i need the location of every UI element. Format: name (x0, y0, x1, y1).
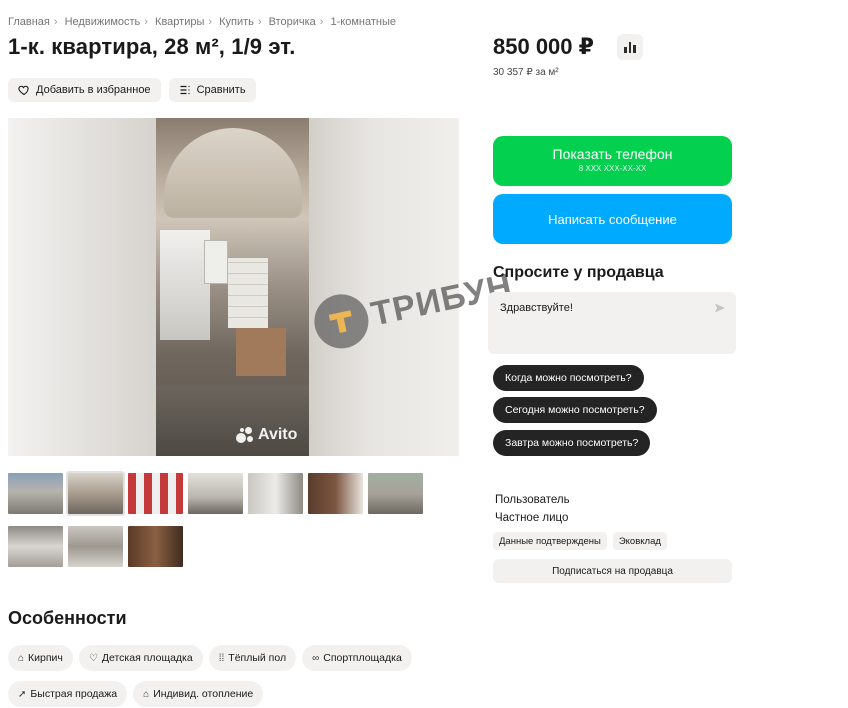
quick-question-label: Когда можно посмотреть? (505, 372, 632, 384)
house-icon: ⌂ (18, 652, 25, 664)
ask-seller-title: Спросите у продавца (493, 264, 664, 281)
thumbnail[interactable] (248, 473, 303, 514)
listing-actions: Добавить в избранное Сравнить (8, 78, 256, 102)
breadcrumb-item[interactable]: Недвижимость (65, 16, 141, 28)
subscribe-seller-button[interactable]: Подписаться на продавца (493, 559, 732, 583)
subscribe-seller-label: Подписаться на продавца (552, 565, 673, 577)
rocket-icon: ➚ (18, 688, 27, 700)
breadcrumb-separator: › (257, 16, 262, 28)
gallery-blur-left (8, 118, 156, 456)
breadcrumb-item[interactable]: Вторичка (269, 16, 316, 28)
seller-info: Пользователь Частное лицо (495, 491, 570, 527)
quick-question-chip[interactable]: Сегодня можно посмотреть? (493, 397, 657, 423)
compare-label: Сравнить (196, 84, 246, 96)
breadcrumb: Главная › Недвижимость › Квартиры › Купить ›… (8, 16, 396, 28)
feature-label: Быстрая продажа (30, 688, 118, 700)
show-phone-button[interactable]: Показать телефон 8 XXX XXX-XX-XX (493, 136, 732, 186)
breadcrumb-item[interactable]: Главная (8, 16, 50, 28)
write-message-button[interactable]: Написать сообщение (493, 194, 732, 244)
playground-icon: ♡ (88, 652, 98, 664)
seller-name[interactable]: Пользователь (495, 491, 570, 509)
ask-seller-input-value: Здравствуйте! (500, 302, 573, 314)
tribun-logo-icon (309, 289, 374, 354)
ask-seller-input[interactable]: Здравствуйте! (488, 292, 736, 354)
thumbnail[interactable] (8, 473, 63, 514)
price-per-meter: 30 357 ₽ за м² (493, 67, 559, 78)
price: 850 000 ₽ (493, 34, 594, 59)
feature-chip[interactable]: ⌂ Кирпич (8, 645, 73, 671)
compare-icon (180, 85, 190, 95)
gallery-thumbnails (8, 471, 428, 577)
heart-icon (18, 85, 29, 96)
thumbnail[interactable] (68, 526, 123, 567)
compare-button[interactable]: Сравнить (168, 78, 256, 102)
avito-watermark: Avito (236, 426, 297, 444)
breadcrumb-item[interactable]: Квартиры (155, 16, 204, 28)
breadcrumb-separator: › (208, 16, 213, 28)
apartment-photo (156, 118, 309, 456)
thumbnail[interactable] (368, 473, 423, 514)
thumbnail[interactable] (188, 473, 243, 514)
write-message-label: Написать сообщение (548, 211, 677, 227)
features-list: ⌂ Кирпич ♡ Детская площадка ⁞⁞ Тёплый пол ∞… (8, 645, 428, 707)
breadcrumb-separator: › (319, 16, 324, 28)
quick-question-label: Сегодня можно посмотреть? (505, 404, 645, 416)
breadcrumb-item[interactable]: Купить (219, 16, 254, 28)
dumbbell-icon: ∞ (312, 652, 320, 664)
thumbnail[interactable] (308, 473, 363, 514)
feature-label: Тёплый пол (228, 652, 287, 664)
quick-question-chip[interactable]: Когда можно посмотреть? (493, 365, 644, 391)
quick-question-label: Завтра можно посмотреть? (505, 437, 639, 449)
quick-question-chip[interactable]: Завтра можно посмотреть? (493, 430, 651, 456)
breadcrumb-item[interactable]: 1-комнатные (331, 16, 396, 28)
feature-chip[interactable]: ➚ Быстрая продажа (8, 681, 128, 707)
price-history-button[interactable] (617, 34, 643, 60)
feature-label: Спортплощадка (323, 652, 402, 664)
feature-label: Кирпич (28, 652, 63, 664)
thumbnail-active[interactable] (66, 471, 125, 516)
features-title: Особенности (8, 608, 127, 628)
show-phone-label: Показать телефон (552, 146, 673, 162)
feature-chip[interactable]: ♡ Детская площадка (78, 645, 203, 671)
breadcrumb-separator: › (144, 16, 148, 28)
seller-type: Частное лицо (495, 512, 569, 524)
add-to-favorites-button[interactable]: Добавить в избранное (8, 78, 161, 102)
feature-label: Индивид. отопление (153, 688, 254, 700)
feature-label: Детская площадка (101, 652, 193, 664)
masked-phone: 8 XXX XXX-XX-XX (578, 164, 647, 173)
feature-chip[interactable]: ⁞⁞ Тёплый пол (208, 645, 297, 671)
seller-badges: Данные подтверждены Эковклад (493, 532, 667, 550)
avito-logo-icon (236, 427, 254, 443)
heated-floor-icon: ⁞⁞ (218, 652, 225, 664)
add-to-favorites-label: Добавить в избранное (36, 84, 151, 96)
breadcrumb-separator: › (53, 16, 58, 28)
page-title: 1-к. квартира, 28 м², 1/9 эт. (8, 34, 296, 59)
seller-badge: Данные подтверждены (493, 532, 607, 550)
heating-icon: ⌂ (143, 688, 150, 700)
avito-watermark-text: Avito (258, 426, 298, 443)
seller-badge: Эковклад (612, 532, 667, 550)
send-icon[interactable] (714, 302, 726, 314)
thumbnail[interactable] (128, 526, 183, 567)
thumbnail[interactable] (8, 526, 63, 567)
thumbnail[interactable] (128, 473, 183, 514)
feature-chip[interactable]: ⌂ Индивид. отопление (133, 681, 264, 707)
bar-chart-icon (624, 42, 636, 53)
feature-chip[interactable]: ∞ Спортплощадка (302, 645, 412, 671)
